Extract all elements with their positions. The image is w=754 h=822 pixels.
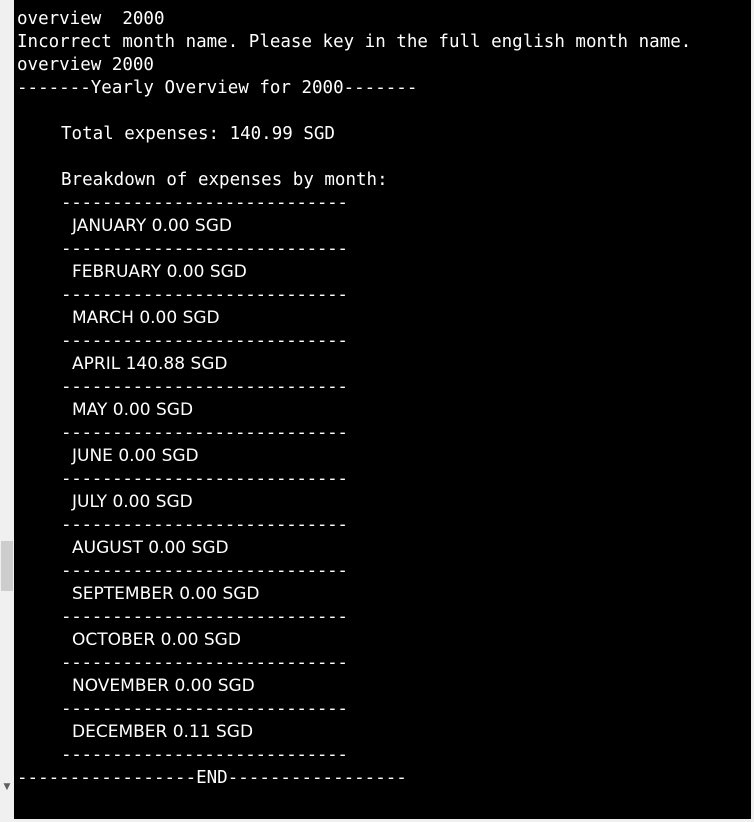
console-output: overview 2000 Incorrect month name. Plea… bbox=[17, 8, 749, 790]
separator-line: ---------------------------- bbox=[61, 285, 348, 305]
month-row-june: JUNE 0.00 SGD bbox=[72, 446, 199, 466]
separator-line: ---------------------------- bbox=[61, 193, 348, 213]
month-row-july: JULY 0.00 SGD bbox=[72, 492, 193, 512]
month-row-october: OCTOBER 0.00 SGD bbox=[72, 630, 241, 650]
separator-line: ---------------------------- bbox=[61, 515, 348, 535]
month-row-august: AUGUST 0.00 SGD bbox=[72, 538, 229, 558]
separator-line: ---------------------------- bbox=[61, 653, 348, 673]
separator-line: ---------------------------- bbox=[61, 331, 348, 351]
breakdown-heading-line: Breakdown of expenses by month: bbox=[61, 170, 388, 190]
month-row-february: FEBRUARY 0.00 SGD bbox=[72, 262, 247, 282]
console-line: overview 2000 bbox=[17, 55, 154, 75]
end-line: -----------------END----------------- bbox=[17, 768, 407, 788]
total-expenses-line: Total expenses: 140.99 SGD bbox=[61, 124, 335, 144]
month-row-september: SEPTEMBER 0.00 SGD bbox=[72, 584, 260, 604]
month-row-march: MARCH 0.00 SGD bbox=[72, 308, 220, 328]
month-row-december: DECEMBER 0.11 SGD bbox=[72, 722, 254, 742]
error-message-line: Incorrect month name. Please key in the … bbox=[17, 32, 692, 52]
separator-line: ---------------------------- bbox=[61, 469, 348, 489]
console-line: overview 2000 bbox=[17, 9, 165, 29]
month-row-may: MAY 0.00 SGD bbox=[72, 400, 194, 420]
scroll-down-arrow-icon[interactable]: ▼ bbox=[0, 778, 14, 796]
month-row-april: APRIL 140.88 SGD bbox=[72, 354, 228, 374]
scrollbar-thumb[interactable] bbox=[1, 541, 13, 591]
overview-title-line: -------Yearly Overview for 2000------- bbox=[17, 78, 418, 98]
month-row-january: JANUARY 0.00 SGD bbox=[72, 216, 232, 236]
separator-line: ---------------------------- bbox=[61, 377, 348, 397]
separator-line: ---------------------------- bbox=[61, 239, 348, 259]
separator-line: ---------------------------- bbox=[61, 423, 348, 443]
separator-line: ---------------------------- bbox=[61, 745, 348, 765]
vertical-scrollbar[interactable]: ▼ bbox=[0, 0, 14, 822]
separator-line: ---------------------------- bbox=[61, 561, 348, 581]
separator-line: ---------------------------- bbox=[61, 607, 348, 627]
month-row-november: NOVEMBER 0.00 SGD bbox=[72, 676, 255, 696]
console-window: ▼ overview 2000 Incorrect month name. Pl… bbox=[0, 0, 754, 822]
separator-line: ---------------------------- bbox=[61, 699, 348, 719]
